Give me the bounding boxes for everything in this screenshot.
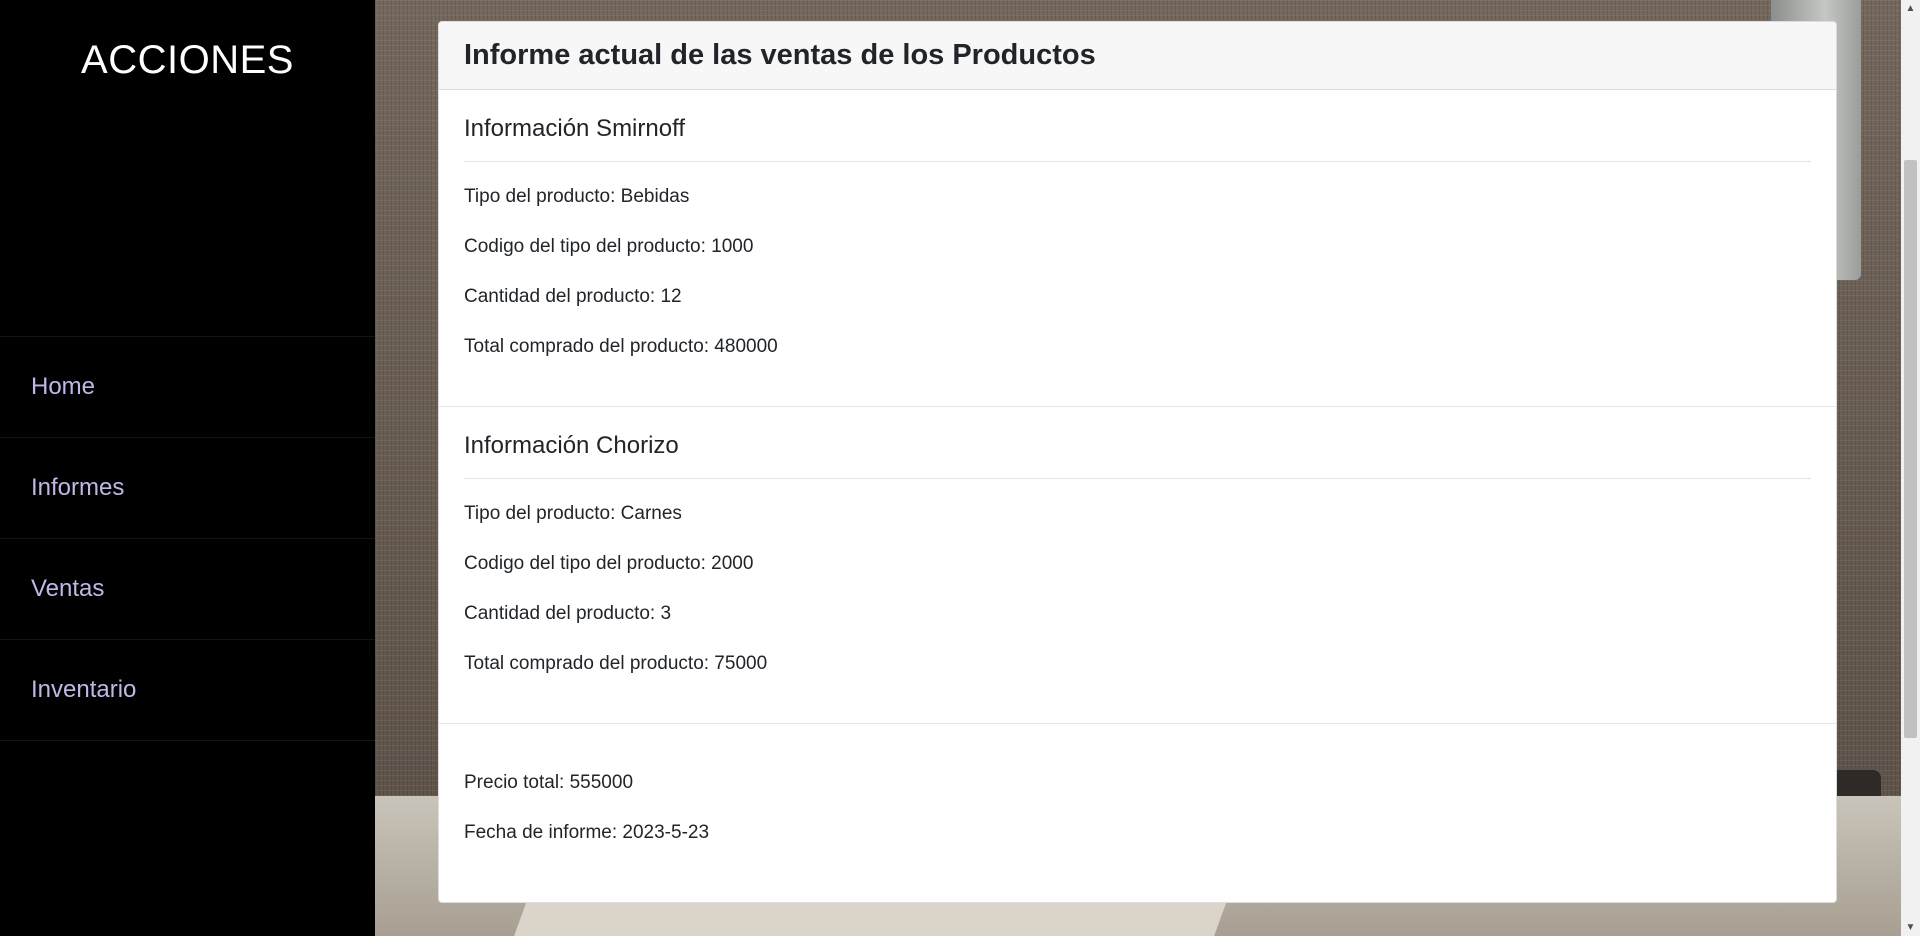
sidebar-item-ventas[interactable]: Ventas (0, 539, 375, 640)
total-price: Precio total: 555000 (464, 772, 634, 793)
product-total: Total comprado del producto: 480000 (464, 336, 778, 357)
product-total: Total comprado del producto: 75000 (464, 653, 768, 674)
scroll-thumb[interactable] (1904, 160, 1917, 738)
scroll-down-icon[interactable]: ▼ (1901, 919, 1920, 936)
sidebar-item-home[interactable]: Home (0, 337, 375, 438)
vertical-scrollbar[interactable]: ▲ ▼ (1901, 0, 1920, 936)
sidebar-nav: Home Informes Ventas Inventario (0, 336, 375, 741)
report-summary: Precio total: 555000 Fecha de informe: 2… (439, 724, 1836, 844)
report-date: Fecha de informe: 2023-5-23 (464, 822, 710, 843)
product-type: Tipo del producto: Carnes (464, 503, 682, 524)
sidebar-item-inventario[interactable]: Inventario (0, 640, 375, 741)
product-section-chorizo: Información Chorizo Tipo del producto: C… (439, 407, 1836, 724)
product-heading: Información Chorizo (464, 407, 1811, 479)
product-code: Codigo del tipo del producto: 1000 (464, 236, 754, 257)
product-section-smirnoff: Información Smirnoff Tipo del producto: … (439, 90, 1836, 407)
product-type: Tipo del producto: Bebidas (464, 186, 690, 207)
sidebar: ACCIONES Home Informes Ventas Inventario (0, 0, 375, 936)
product-quantity: Cantidad del producto: 3 (464, 603, 672, 624)
report-card: Informe actual de las ventas de los Prod… (438, 21, 1837, 903)
sidebar-title: ACCIONES (81, 38, 294, 82)
sidebar-item-informes[interactable]: Informes (0, 438, 375, 539)
product-heading: Información Smirnoff (464, 90, 1811, 162)
scroll-up-icon[interactable]: ▲ (1901, 0, 1920, 17)
product-code: Codigo del tipo del producto: 2000 (464, 553, 754, 574)
product-quantity: Cantidad del producto: 12 (464, 286, 682, 307)
report-title: Informe actual de las ventas de los Prod… (439, 22, 1836, 90)
